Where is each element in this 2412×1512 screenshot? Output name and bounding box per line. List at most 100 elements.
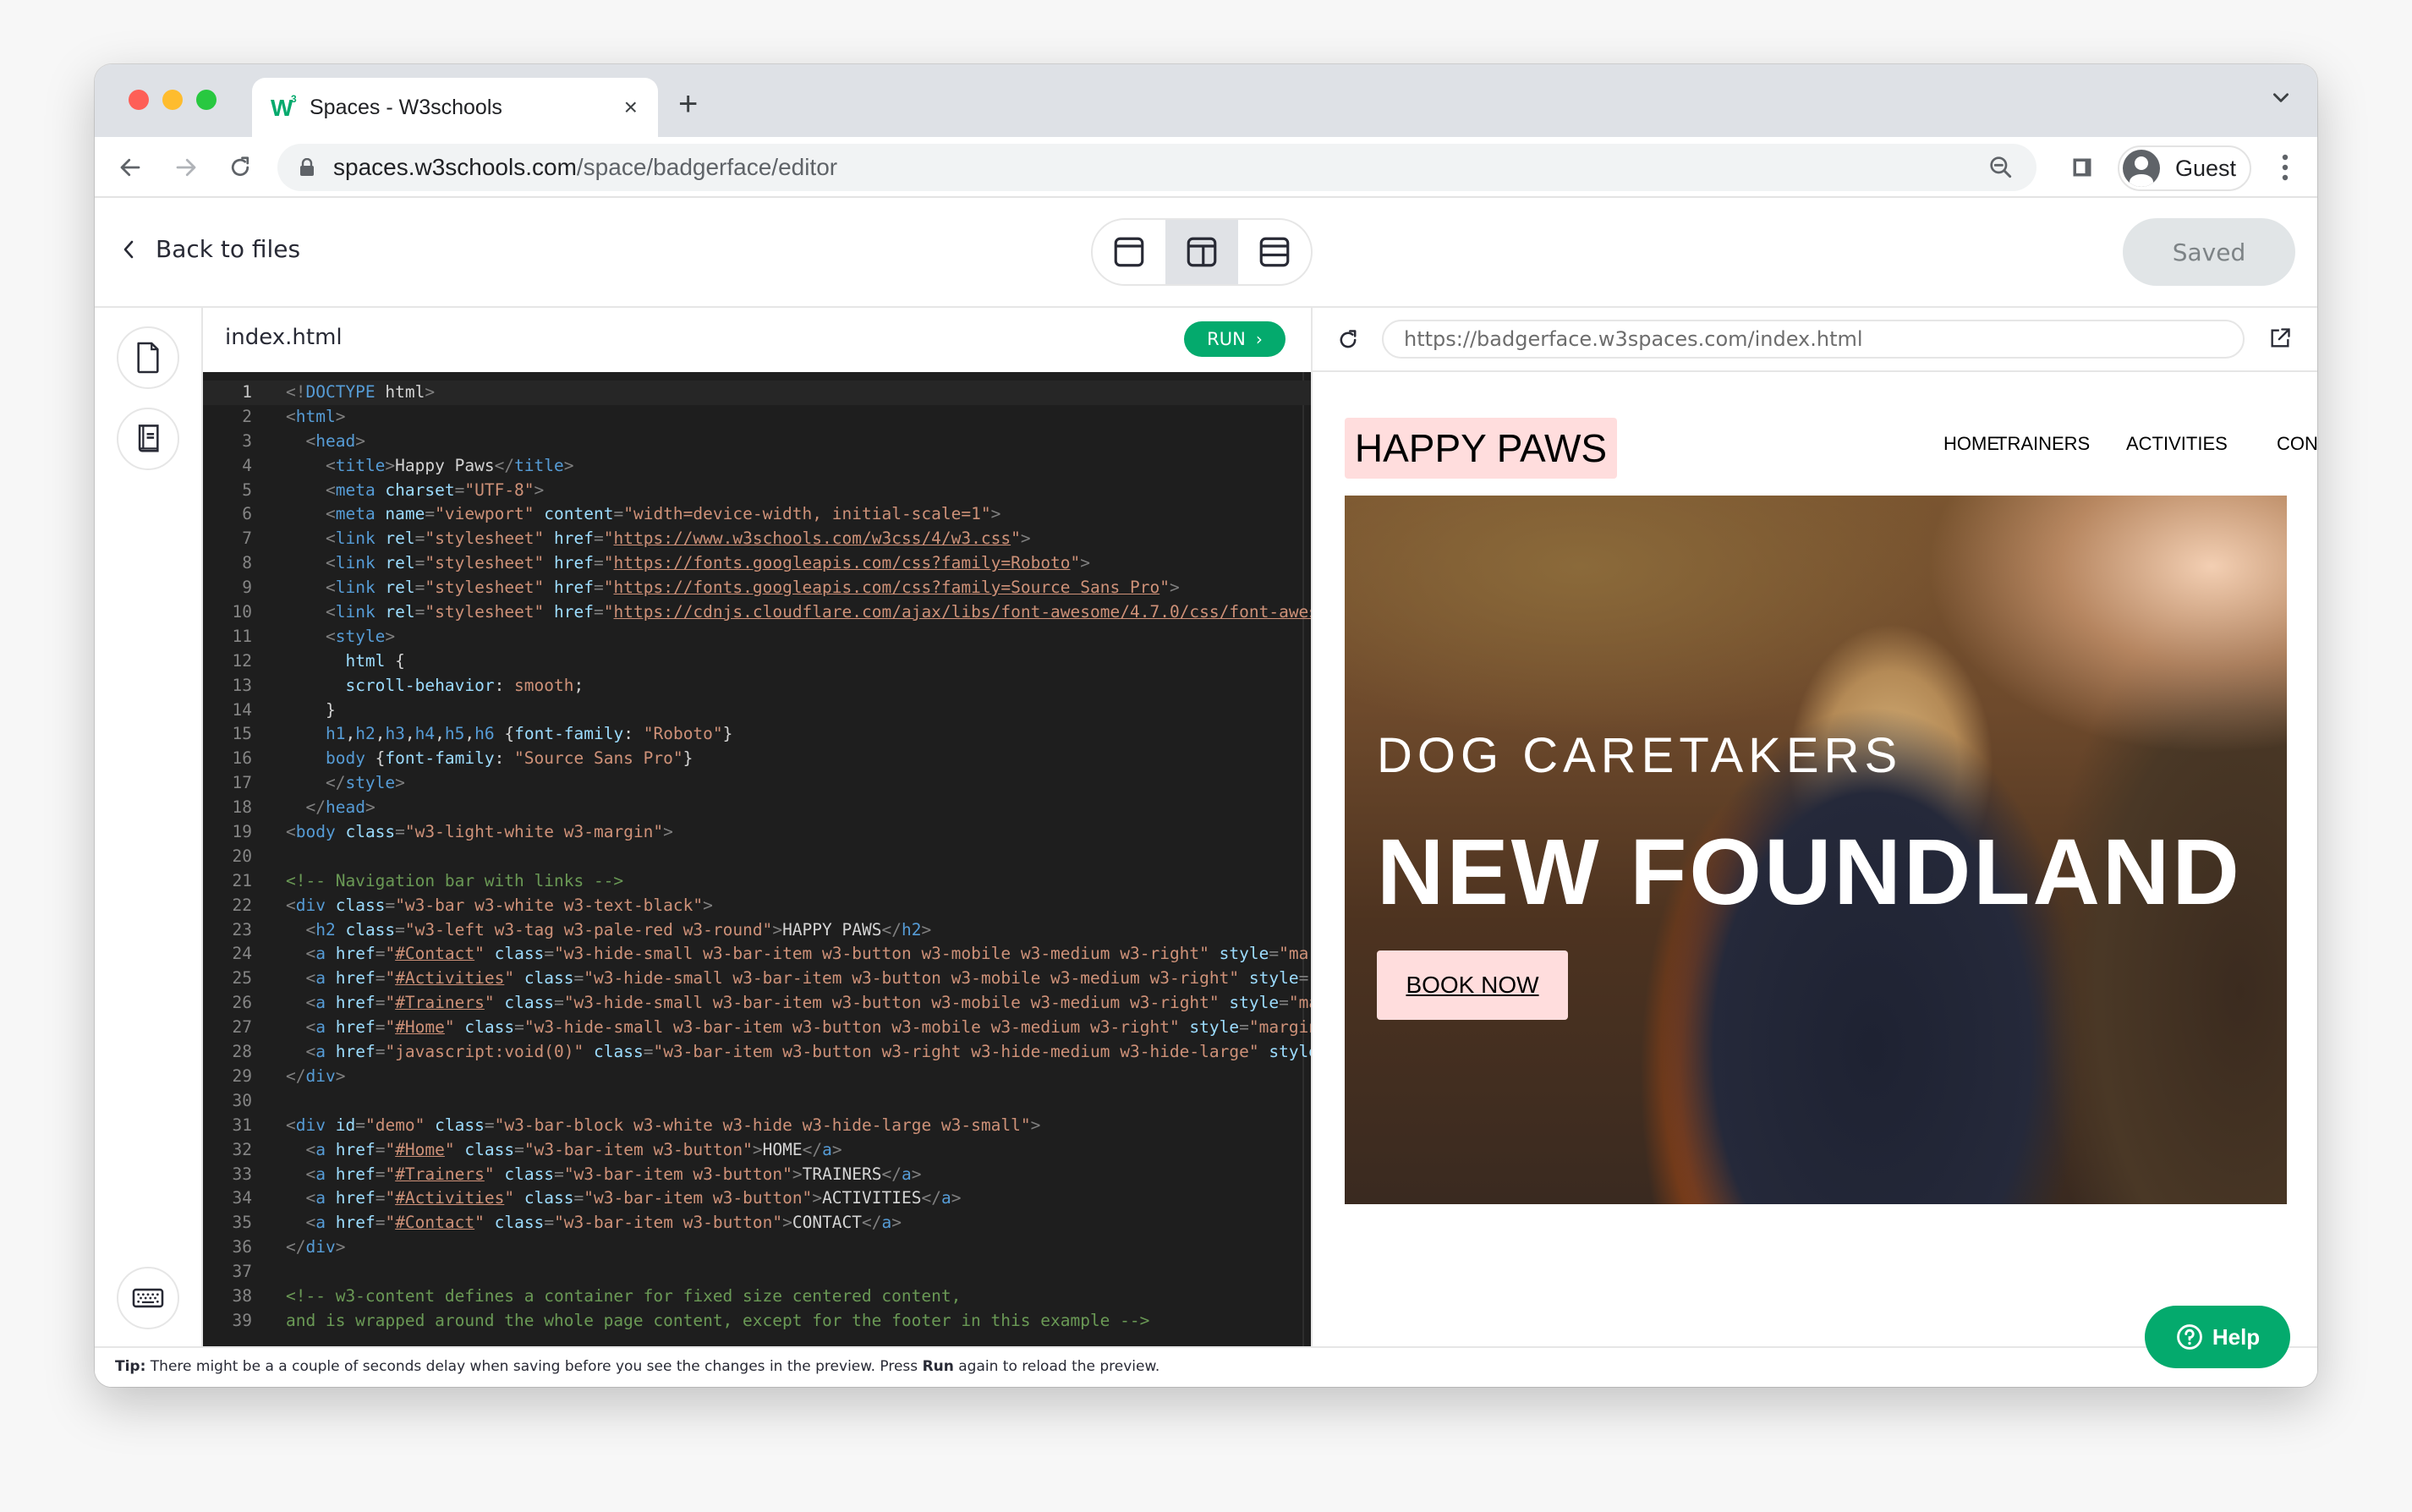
code-line[interactable]: 8 <link rel="stylesheet" href="https://f…	[203, 551, 1311, 576]
help-button[interactable]: Help	[2145, 1306, 2290, 1368]
code-line[interactable]: 11 <style>	[203, 625, 1311, 649]
code-token-tag: a	[315, 1188, 326, 1208]
open-external-icon[interactable]	[2268, 326, 2292, 350]
code-line[interactable]: 38 <!-- w3-content defines a container fo…	[203, 1285, 1311, 1309]
code-line[interactable]: 6 <meta name="viewport" content="width=d…	[203, 502, 1311, 527]
code-token-br: =	[554, 1164, 564, 1184]
code-line[interactable]: 37	[203, 1260, 1311, 1285]
code-line[interactable]: 25 <a href="#Activities" class="w3-hide-…	[203, 967, 1311, 991]
code-token-tag: link	[335, 602, 376, 622]
code-token-br: =	[594, 529, 604, 549]
back-to-files-link[interactable]: Back to files	[118, 235, 300, 263]
help-label: Help	[2212, 1323, 2261, 1350]
browser-tab-active[interactable]: W3 Spaces - W3schools ×	[252, 78, 658, 137]
code-line[interactable]: 18 </head>	[203, 796, 1311, 820]
preview-nav-home[interactable]: HOME	[1943, 433, 1999, 455]
line-number: 10	[232, 602, 252, 622]
code-line[interactable]: 23 <h2 class="w3-left w3-tag w3-pale-red…	[203, 918, 1311, 943]
code-token-link: #Trainers	[395, 1164, 485, 1184]
side-panel-icon[interactable]	[2070, 156, 2094, 179]
code-line[interactable]: 32 <a href="#Home" class="w3-bar-item w3…	[203, 1138, 1311, 1163]
code-line[interactable]: 35 <a href="#Contact" class="w3-bar-item…	[203, 1211, 1311, 1235]
code-token-str: "	[385, 1164, 396, 1184]
line-content: <a href="#Trainers" class="w3-hide-small…	[286, 991, 1311, 1016]
layout-single-button[interactable]	[1093, 220, 1165, 284]
code-line[interactable]: 28 <a href="javascript:void(0)" class="w…	[203, 1040, 1311, 1065]
code-editor[interactable]: 1 <!DOCTYPE html> 2 <html> 3 <head> 4 <title>…	[203, 372, 1311, 1346]
code-line[interactable]: 21 <!-- Navigation bar with links -->	[203, 869, 1311, 894]
tab-close-icon[interactable]: ×	[624, 94, 638, 121]
layout-split-vertical-button[interactable]	[1165, 220, 1238, 284]
forward-arrow-icon[interactable]	[171, 152, 201, 183]
files-button[interactable]	[117, 326, 179, 389]
code-token-str: "w3-bar-item w3-button"	[524, 1139, 753, 1159]
code-line[interactable]: 14 }	[203, 698, 1311, 723]
back-arrow-icon[interactable]	[115, 152, 145, 183]
code-token-link: #Activities	[395, 968, 505, 989]
code-line[interactable]: 19 <body class="w3-light-white w3-margin"…	[203, 820, 1311, 845]
code-line[interactable]: 39 and is wrapped around the whole page c…	[203, 1309, 1311, 1334]
saved-button[interactable]: Saved	[2123, 218, 2295, 286]
preview-nav-trainers[interactable]: TRAINERS	[1996, 433, 2090, 455]
new-tab-button[interactable]: +	[678, 83, 698, 125]
line-number: 32	[232, 1139, 252, 1159]
code-line[interactable]: 15 h1,h2,h3,h4,h5,h6 {font-family: "Robo…	[203, 722, 1311, 747]
code-token-br: >	[1169, 578, 1180, 598]
code-line[interactable]: 5 <meta charset="UTF-8">	[203, 479, 1311, 503]
preview-logo: HAPPY PAWS	[1345, 418, 1617, 479]
code-line[interactable]: 9 <link rel="stylesheet" href="https://f…	[203, 576, 1311, 600]
line-number: 35	[232, 1213, 252, 1233]
code-line[interactable]: 29 </div>	[203, 1065, 1311, 1089]
profile-button[interactable]: Guest	[2118, 145, 2251, 191]
zoom-out-icon[interactable]	[1987, 154, 2015, 181]
code-line[interactable]: 34 <a href="#Activities" class="w3-bar-i…	[203, 1186, 1311, 1211]
reload-icon[interactable]	[225, 152, 255, 183]
line-content: <body class="w3-light-white w3-margin">	[286, 820, 673, 845]
code-token-br: =	[573, 968, 584, 989]
code-line[interactable]: 4 <title>Happy Paws</title>	[203, 454, 1311, 479]
close-window-button[interactable]	[129, 90, 149, 110]
minimize-window-button[interactable]	[162, 90, 183, 110]
code-line[interactable]: 22 <div class="w3-bar w3-white w3-text-bl…	[203, 894, 1311, 918]
code-line[interactable]: 24 <a href="#Contact" class="w3-hide-sma…	[203, 942, 1311, 967]
tip-bar: Tip: There might be a a couple of second…	[95, 1346, 2317, 1387]
preview-nav-activities[interactable]: ACTIVITIES	[2126, 433, 2228, 455]
code-line[interactable]: 33 <a href="#Trainers" class="w3-bar-ite…	[203, 1163, 1311, 1187]
code-line[interactable]: 13 scroll-behavior: smooth;	[203, 674, 1311, 698]
tutorials-button[interactable]	[117, 408, 179, 470]
preview-url-field[interactable]: https://badgerface.w3spaces.com/index.ht…	[1382, 320, 2245, 359]
code-token-txt: :	[494, 748, 515, 769]
code-line[interactable]: 3 <head>	[203, 430, 1311, 454]
layout-split-horizontal-button[interactable]	[1238, 220, 1311, 284]
code-token-br: =	[375, 1164, 386, 1184]
code-line[interactable]: 2 <html>	[203, 405, 1311, 430]
code-line[interactable]: 27 <a href="#Home" class="w3-hide-small …	[203, 1016, 1311, 1040]
code-line[interactable]: 26 <a href="#Trainers" class="w3-hide-sm…	[203, 991, 1311, 1016]
code-token-br: <	[305, 1164, 316, 1184]
code-token-br: <	[286, 406, 296, 426]
code-line[interactable]: 17 </style>	[203, 771, 1311, 796]
code-line[interactable]: 30	[203, 1089, 1311, 1114]
url-host: spaces.w3schools.com	[333, 154, 577, 180]
run-button[interactable]: RUN ›	[1184, 321, 1285, 357]
more-menu-icon[interactable]	[2277, 152, 2294, 183]
maximize-window-button[interactable]	[196, 90, 217, 110]
code-line[interactable]: 36 </div>	[203, 1235, 1311, 1260]
code-line[interactable]: 20	[203, 845, 1311, 869]
code-token-tag: style	[335, 626, 386, 646]
code-token-attr: href	[325, 1164, 376, 1184]
book-now-button[interactable]: BOOK NOW	[1377, 950, 1568, 1020]
code-line[interactable]: 31 <div id="demo" class="w3-bar-block w3-…	[203, 1114, 1311, 1138]
code-token-tag: a	[315, 1042, 326, 1062]
url-input[interactable]: spaces.w3schools.com/space/badgerface/ed…	[277, 144, 2036, 191]
tab-search-chevron-down-icon[interactable]	[2270, 86, 2292, 114]
preview-refresh-icon[interactable]	[1336, 328, 1360, 352]
code-line[interactable]: 7 <link rel="stylesheet" href="https://w…	[203, 527, 1311, 551]
code-line[interactable]: 12 html {	[203, 649, 1311, 674]
code-line[interactable]: 16 body {font-family: "Source Sans Pro"}	[203, 747, 1311, 771]
code-line[interactable]: 10 <link rel="stylesheet" href="https://…	[203, 600, 1311, 625]
preview-nav-contact[interactable]: CONTACT	[2277, 433, 2317, 455]
keyboard-button[interactable]	[117, 1267, 179, 1329]
code-token-br: >	[703, 895, 713, 915]
code-line[interactable]: 1 <!DOCTYPE html>	[203, 381, 1311, 405]
